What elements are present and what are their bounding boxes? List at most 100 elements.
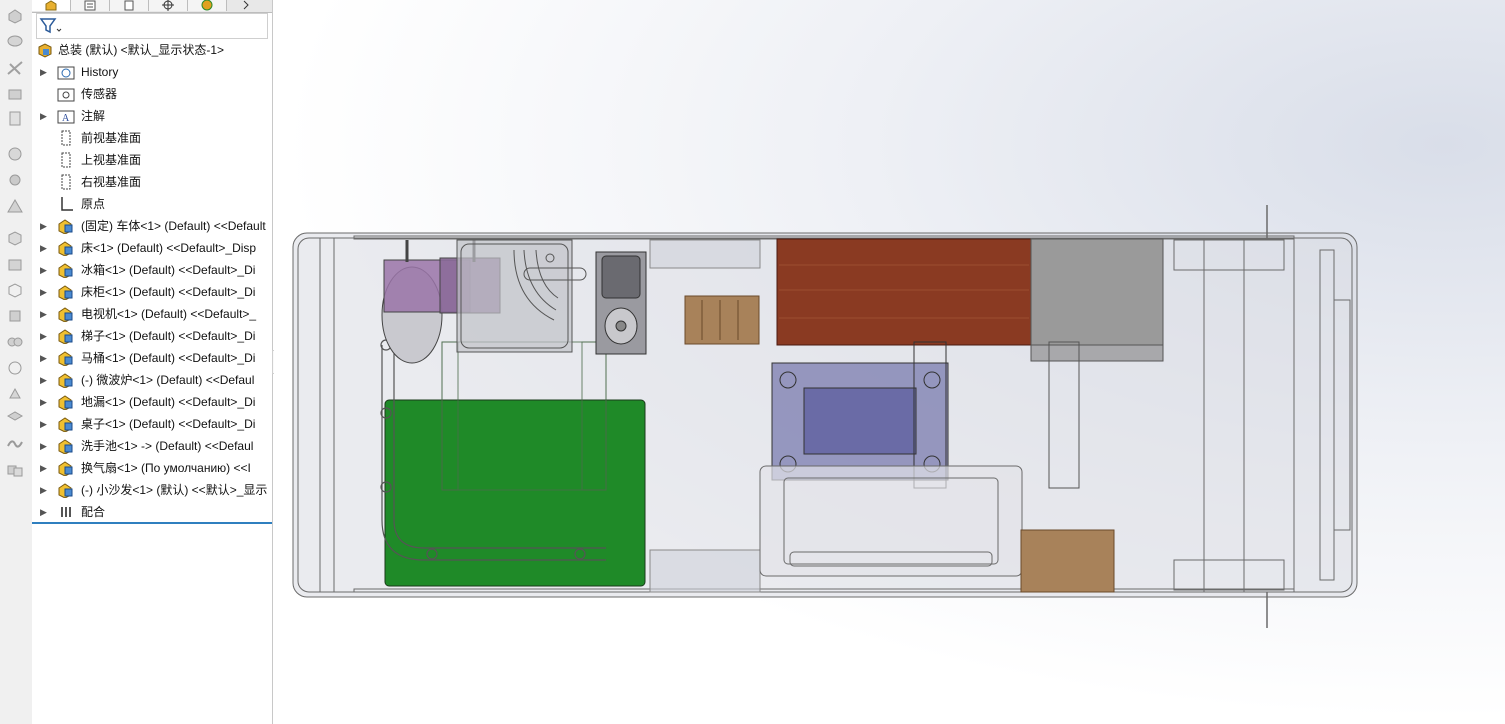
layers-icon[interactable]: [6, 410, 24, 426]
expand-arrow-icon[interactable]: ▶: [40, 391, 48, 413]
tree-item[interactable]: ▶ (-) 微波炉<1> (Default) <<Defaul: [32, 369, 272, 391]
tree-item-label: 冰箱<1> (Default) <<Default>_Di: [81, 263, 256, 277]
plane-icon: [57, 152, 75, 168]
tree-item[interactable]: ▶ 梯子<1> (Default) <<Default>_Di: [32, 325, 272, 347]
command-icon-strip: [0, 0, 33, 724]
tree-item-label: (固定) 车体<1> (Default) <<Default: [81, 219, 266, 233]
tree-item[interactable]: ▶ 地漏<1> (Default) <<Default>_Di: [32, 391, 272, 413]
mates-icon: [57, 504, 75, 520]
expand-arrow-icon[interactable]: ▶: [40, 281, 48, 303]
wave-icon[interactable]: [6, 436, 24, 452]
tree-item-label: 右视基准面: [81, 175, 142, 189]
feature-icon[interactable]: [6, 86, 24, 102]
tree-item-label: 注解: [81, 109, 106, 123]
subassembly-icon: [57, 460, 75, 477]
assembly-cmd-icon[interactable]: [6, 32, 24, 48]
mate-cmd-icon[interactable]: [6, 334, 24, 350]
expand-arrow-icon[interactable]: ▶: [40, 325, 48, 347]
parts-icon[interactable]: [6, 462, 24, 478]
section-icon[interactable]: [6, 282, 24, 298]
history-folder-icon: [57, 64, 75, 80]
tree-item-label: 床<1> (Default) <<Default>_Disp: [81, 241, 257, 255]
explode-icon[interactable]: [6, 386, 24, 402]
view-icon[interactable]: [6, 146, 24, 162]
tree-item[interactable]: 原点: [32, 193, 272, 215]
render-icon[interactable]: [6, 172, 24, 188]
tree-item-label: 梯子<1> (Default) <<Default>_Di: [81, 329, 256, 343]
sensor-folder-icon: [57, 86, 75, 102]
tree-filter-box[interactable]: [36, 13, 268, 39]
filter-icon[interactable]: [39, 17, 63, 35]
tree-item-label: 洗手池<1> -> (Default) <<Defaul: [81, 439, 254, 453]
sofa[interactable]: [759, 465, 1023, 577]
cube-icon[interactable]: [6, 230, 24, 246]
subassembly-icon: [57, 438, 75, 455]
drawing-icon[interactable]: [6, 110, 24, 126]
tree-item[interactable]: 上视基准面: [32, 149, 272, 171]
microwave-cabinet[interactable]: [1020, 529, 1115, 593]
expand-arrow-icon[interactable]: ▶: [40, 501, 48, 523]
subassembly-icon: [57, 416, 75, 433]
expand-arrow-icon[interactable]: ▶: [40, 303, 48, 325]
tree-item[interactable]: ▶ 洗手池<1> -> (Default) <<Defaul: [32, 435, 272, 457]
globe-icon[interactable]: [6, 360, 24, 376]
tree-item[interactable]: ▶ 马桶<1> (Default) <<Default>_Di: [32, 347, 272, 369]
tree-item-label: (-) 微波炉<1> (Default) <<Defaul: [81, 373, 255, 387]
tab-scroll-right[interactable]: [227, 0, 267, 11]
assembly-icon: [36, 42, 54, 58]
tree-item[interactable]: ▶ 床柜<1> (Default) <<Default>_Di: [32, 281, 272, 303]
configuration-manager-tab[interactable]: [110, 0, 149, 11]
expand-arrow-icon[interactable]: ▶: [40, 435, 48, 457]
evaluate-icon[interactable]: [6, 198, 24, 214]
subassembly-icon: [57, 394, 75, 411]
expand-arrow-icon[interactable]: ▶: [40, 347, 48, 369]
tree-item[interactable]: ▶ 换气扇<1> (По умолчанию) <<I: [32, 457, 272, 479]
display-manager-tab[interactable]: [188, 0, 227, 11]
bedside-cabinet[interactable]: [684, 295, 760, 345]
tree-item[interactable]: 前视基准面: [32, 127, 272, 149]
subassembly-icon: [57, 262, 75, 279]
tree-item[interactable]: ▶ 床<1> (Default) <<Default>_Disp: [32, 237, 272, 259]
expand-arrow-icon[interactable]: ▶: [40, 237, 48, 259]
sketch-icon[interactable]: [6, 60, 24, 76]
subassembly-icon: [57, 218, 75, 235]
tree-item[interactable]: ▶ A 注解: [32, 105, 272, 127]
tree-item[interactable]: ▶ 配合: [32, 501, 272, 523]
tree-end-divider: [32, 522, 272, 524]
expand-arrow-icon[interactable]: ▶: [40, 105, 48, 127]
graphics-area[interactable]: [274, 0, 1505, 724]
expand-arrow-icon[interactable]: ▶: [40, 215, 48, 237]
dimxpert-tab[interactable]: [149, 0, 188, 11]
expand-arrow-icon[interactable]: ▶: [40, 413, 48, 435]
property-manager-tab[interactable]: [71, 0, 110, 11]
floor-drain[interactable]: [456, 239, 587, 353]
move-icon[interactable]: [6, 308, 24, 324]
rv-top-view-model[interactable]: [274, 0, 1505, 724]
sink[interactable]: [595, 251, 647, 355]
tree-item-label: 电视机<1> (Default) <<Default>_: [81, 307, 257, 321]
part-icon[interactable]: [6, 8, 24, 24]
tree-item[interactable]: ▶ (-) 小沙发<1> (默认) <<默认>_显示: [32, 479, 272, 501]
expand-arrow-icon[interactable]: ▶: [40, 457, 48, 479]
expand-arrow-icon[interactable]: ▶: [40, 259, 48, 281]
tree-item[interactable]: 传感器: [32, 83, 272, 105]
wood-counter[interactable]: [776, 238, 1032, 346]
box-icon[interactable]: [6, 256, 24, 272]
expand-arrow-icon[interactable]: ▶: [40, 369, 48, 391]
subassembly-icon: [57, 306, 75, 323]
tree-item[interactable]: 右视基准面: [32, 171, 272, 193]
svg-text:A: A: [62, 113, 70, 124]
tree-root-assembly[interactable]: 总装 (默认) <默认_显示状态-1>: [32, 39, 272, 61]
tree-item[interactable]: ▶ 桌子<1> (Default) <<Default>_Di: [32, 413, 272, 435]
expand-arrow-icon[interactable]: ▶: [40, 61, 48, 83]
subassembly-icon: [57, 372, 75, 389]
tree-item[interactable]: ▶ 冰箱<1> (Default) <<Default>_Di: [32, 259, 272, 281]
tree-item[interactable]: ▶ 电视机<1> (Default) <<Default>_: [32, 303, 272, 325]
expand-arrow-icon[interactable]: ▶: [40, 479, 48, 501]
tree-item-label: 配合: [81, 505, 106, 519]
tree-item[interactable]: ▶ History: [32, 61, 272, 83]
subassembly-icon: [57, 482, 75, 499]
manager-tabs: [32, 0, 272, 13]
feature-manager-tab[interactable]: [32, 0, 71, 11]
tree-item[interactable]: ▶ (固定) 车体<1> (Default) <<Default: [32, 215, 272, 237]
